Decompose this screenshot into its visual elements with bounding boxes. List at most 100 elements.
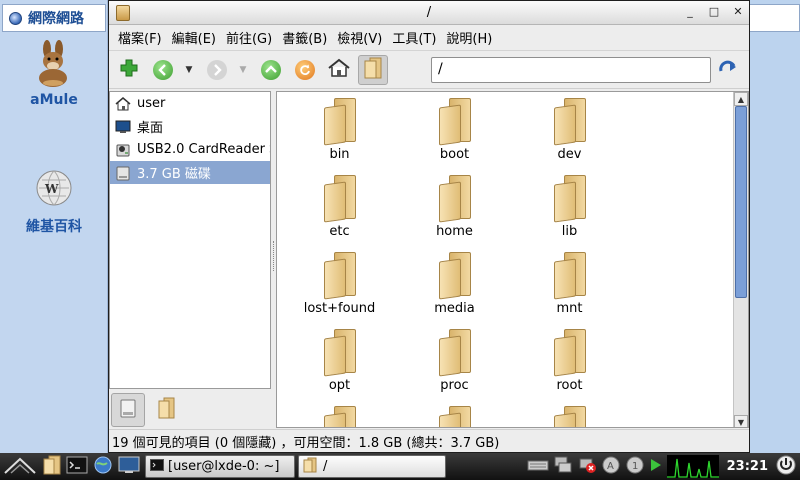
taskbar: [user@lxde-0: ~] / A 1 23:21: [0, 453, 800, 480]
desktop-dock: 網際網路 aMule W 維基百科: [0, 0, 108, 453]
folder-icon: [438, 252, 471, 300]
place-item-disk[interactable]: 3.7 GB 磁碟: [110, 161, 270, 184]
file-item[interactable]: lost+found: [282, 246, 397, 323]
forward-history-dropdown[interactable]: ▼: [236, 55, 250, 85]
places-tab-icon: [118, 397, 138, 423]
back-button[interactable]: [148, 55, 178, 85]
task-file-manager[interactable]: /: [298, 455, 446, 478]
vertical-scrollbar[interactable]: ▲ ▼: [733, 92, 748, 427]
browser-launcher[interactable]: [90, 455, 116, 478]
home-button[interactable]: [324, 55, 354, 85]
scroll-down-arrow-icon[interactable]: ▼: [734, 415, 748, 427]
file-item[interactable]: etc: [282, 169, 397, 246]
keyboard-icon[interactable]: [527, 458, 549, 476]
start-menu-button[interactable]: [0, 455, 40, 478]
file-manager-launcher[interactable]: [40, 455, 64, 478]
close-button[interactable]: ✕: [731, 5, 745, 19]
toolbar: ▼ ▼ /: [109, 51, 749, 89]
folder-icon: [553, 406, 586, 427]
svg-text:W: W: [44, 182, 59, 196]
menu-view[interactable]: 檢視(V): [332, 28, 387, 47]
places-button[interactable]: [358, 54, 388, 85]
forward-button[interactable]: [202, 55, 232, 85]
file-item[interactable]: mnt: [512, 246, 627, 323]
file-item-label: opt: [328, 378, 351, 393]
file-item[interactable]: opt: [282, 323, 397, 400]
folder-icon: [438, 98, 471, 146]
back-history-dropdown[interactable]: ▼: [182, 55, 196, 85]
file-item[interactable]: media: [397, 246, 512, 323]
reload-icon: [295, 59, 315, 80]
menu-edit[interactable]: 編輯(E): [167, 28, 221, 47]
new-tab-button[interactable]: [114, 55, 144, 85]
directory-tree-tab-icon: [156, 397, 176, 423]
play-icon[interactable]: [649, 457, 663, 477]
chevron-down-icon: ▼: [239, 64, 247, 75]
task-terminal[interactable]: [user@lxde-0: ~]: [145, 455, 295, 478]
cpu-monitor-graph: [666, 455, 719, 478]
scroll-up-arrow-icon[interactable]: ▲: [734, 92, 748, 106]
clock[interactable]: 23:21: [723, 459, 772, 474]
place-item-label: 桌面: [137, 121, 164, 136]
folder-icon: [553, 98, 586, 146]
desktop-icon: [115, 119, 131, 135]
file-item[interactable]: home: [397, 169, 512, 246]
menu-bar: 檔案(F) 編輯(E) 前往(G) 書籤(B) 檢視(V) 工具(T) 說明(H…: [109, 25, 749, 51]
place-item-label: 3.7 GB 磁碟: [137, 167, 211, 182]
scrollbar-thumb[interactable]: [735, 106, 747, 298]
file-item[interactable]: dev: [512, 92, 627, 169]
file-item-label: media: [434, 301, 475, 316]
place-item-usb[interactable]: USB2.0 CardReader SD: [110, 138, 270, 161]
splitter-grip: [273, 241, 275, 271]
go-button[interactable]: [717, 59, 739, 81]
window-titlebar[interactable]: / _ □ ✕: [109, 1, 749, 25]
desktop-icon: [118, 456, 140, 478]
folder-icon: [553, 329, 586, 377]
location-input[interactable]: /: [431, 57, 711, 83]
home-icon: [328, 58, 350, 82]
minimize-button[interactable]: _: [683, 5, 697, 19]
system-tray: A 1 23:21: [527, 455, 800, 478]
file-grid: bin boot dev etc home lib lost+found media mnt op…: [277, 92, 735, 427]
place-item-desktop[interactable]: 桌面: [110, 115, 270, 138]
place-item-home[interactable]: user: [110, 92, 270, 115]
terminal-launcher[interactable]: [64, 455, 90, 478]
up-button[interactable]: [256, 55, 286, 85]
dock-tab-label: 網際網路: [28, 11, 84, 27]
launcher-amule[interactable]: aMule: [0, 40, 108, 108]
show-desktop-button[interactable]: [116, 455, 142, 478]
place-item-label: USB2.0 CardReader SD: [137, 142, 270, 157]
back-icon: [153, 59, 173, 80]
file-item[interactable]: root: [512, 323, 627, 400]
lxde-logo-icon: [3, 455, 37, 479]
file-item[interactable]: bin: [282, 92, 397, 169]
file-item-label: mnt: [556, 301, 583, 316]
file-item[interactable]: proc: [397, 323, 512, 400]
menu-tools[interactable]: 工具(T): [387, 28, 441, 47]
file-item[interactable]: [282, 400, 397, 427]
menu-help[interactable]: 說明(H): [441, 28, 497, 47]
menu-go[interactable]: 前往(G): [221, 28, 277, 47]
file-item[interactable]: lib: [512, 169, 627, 246]
folder-icon: [323, 175, 356, 223]
notification-icon[interactable]: 1: [625, 455, 645, 479]
network-icon[interactable]: [553, 455, 575, 479]
menu-bookmarks[interactable]: 書籤(B): [277, 28, 332, 47]
file-item[interactable]: [397, 400, 512, 427]
maximize-button[interactable]: □: [707, 5, 721, 19]
file-item[interactable]: boot: [397, 92, 512, 169]
file-item-label: boot: [439, 147, 470, 162]
volume-icon[interactable]: A: [601, 455, 621, 479]
directory-tree-tab[interactable]: [149, 393, 183, 427]
folder-icon: [438, 406, 471, 427]
places-tab[interactable]: [111, 392, 145, 427]
dock-tab-internet[interactable]: 網際網路: [2, 4, 106, 32]
reload-button[interactable]: [290, 55, 320, 85]
file-item[interactable]: [512, 400, 627, 427]
launcher-wikipedia[interactable]: W 維基百科: [0, 164, 108, 236]
logout-icon[interactable]: [776, 455, 796, 479]
menu-file[interactable]: 檔案(F): [113, 28, 167, 47]
chevron-down-icon: ▼: [185, 64, 193, 75]
network-error-icon[interactable]: [579, 456, 597, 478]
task-label: [user@lxde-0: ~]: [168, 459, 280, 474]
